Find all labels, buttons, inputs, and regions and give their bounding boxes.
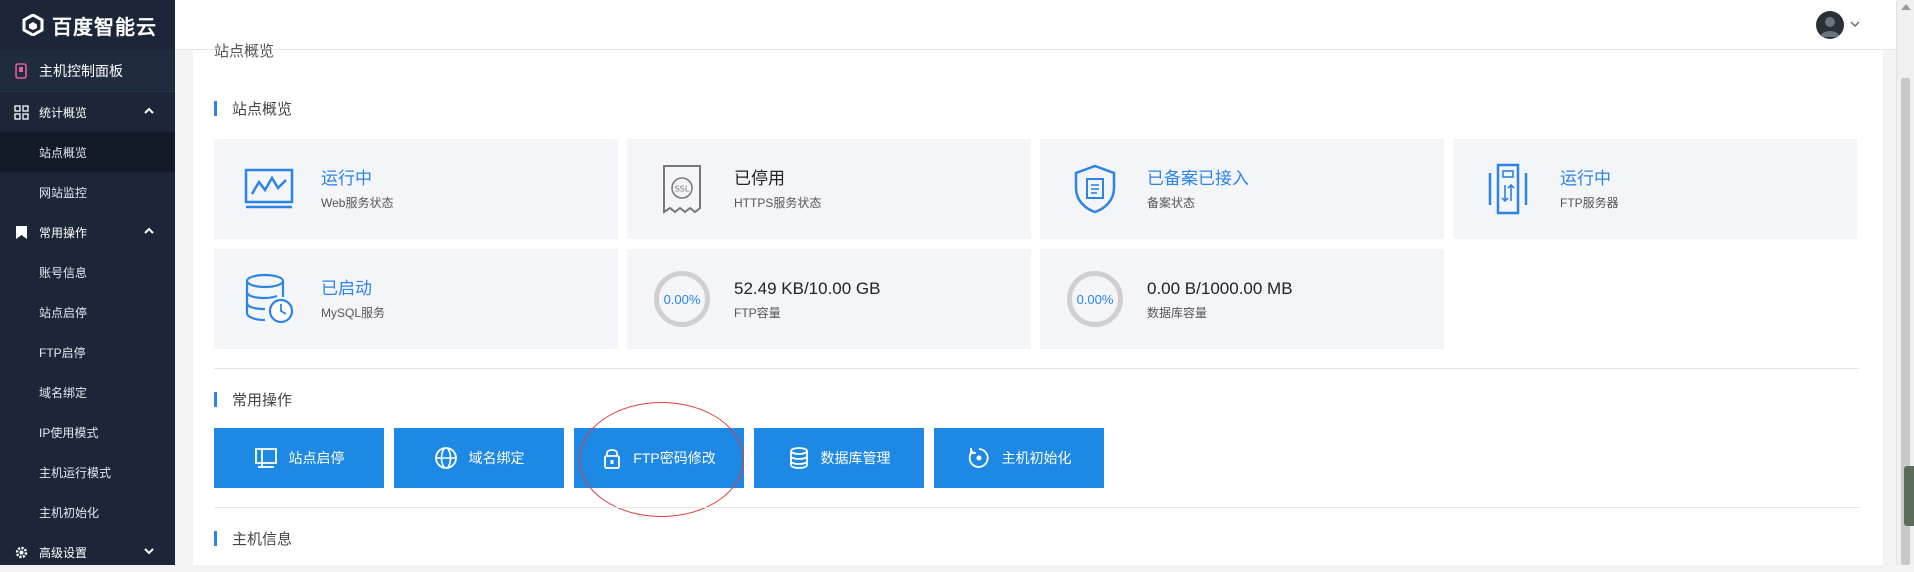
status-card-mysql: 已启动 MySQL服务 (214, 249, 618, 349)
brand-hexagon-icon (22, 14, 44, 36)
database-usage-ring: 0.00% (1067, 271, 1123, 327)
sidebar: 百度智能云 主机控制面板 统计概览 站点概览 网站监控 常用操作 账号信息 站点… (0, 0, 175, 565)
status-label: Web服务状态 (321, 195, 394, 210)
usage-label: 数据库容量 (1147, 305, 1208, 320)
status-label: HTTPS服务状态 (734, 195, 822, 210)
status-card-icp: 已备案已接入 备案状态 (1040, 139, 1444, 239)
status-value: 已启动 (321, 278, 372, 298)
sidebar-item-account-info[interactable]: 账号信息 (0, 252, 175, 292)
sidebar-item-label: 主机控制面板 (39, 62, 123, 79)
sidebar-group-label: 高级设置 (39, 545, 88, 560)
sidebar-item-host-init[interactable]: 主机初始化 (0, 492, 175, 532)
sidebar-item-site-overview[interactable]: 站点概览 (0, 132, 175, 172)
sidebar-item-domain-binding[interactable]: 域名绑定 (0, 372, 175, 412)
chevron-down-icon[interactable] (1850, 20, 1860, 28)
host-init-button[interactable]: 主机初始化 (934, 428, 1104, 488)
chevron-down-icon (144, 548, 154, 555)
web-monitor-icon (241, 161, 297, 217)
sidebar-item-ip-mode[interactable]: IP使用模式 (0, 412, 175, 452)
reset-icon (968, 448, 989, 468)
scroll-up-arrow-icon[interactable] (1901, 4, 1911, 10)
chevron-up-icon (144, 227, 154, 234)
usage-value: 0.00 B/1000.00 MB (1147, 278, 1293, 298)
section-title-overview: 站点概览 (214, 98, 292, 119)
floating-side-tab[interactable] (1904, 466, 1914, 526)
status-label: 备案状态 (1147, 195, 1196, 210)
sidebar-item-site-toggle[interactable]: 站点启停 (0, 292, 175, 332)
status-card-ftp: 运行中 FTP服务器 (1453, 139, 1857, 239)
sidebar-group-stats[interactable]: 统计概览 (0, 92, 175, 132)
lock-icon (604, 449, 621, 469)
status-value: 已备案已接入 (1147, 168, 1249, 188)
sidebar-group-label: 统计概览 (39, 105, 88, 120)
sidebar-group-advanced[interactable]: 高级设置 (0, 532, 175, 572)
bookmark-icon (12, 223, 30, 241)
breadcrumb: 站点概览 (214, 43, 275, 60)
usage-percent: 0.00% (1067, 271, 1123, 327)
sidebar-group-common-ops[interactable]: 常用操作 (0, 212, 175, 252)
monitor-icon (254, 448, 277, 468)
status-value: 运行中 (1560, 168, 1611, 188)
status-value: 运行中 (321, 168, 372, 188)
top-bar (175, 0, 1896, 50)
sidebar-item-host-panel[interactable]: 主机控制面板 (0, 50, 175, 92)
database-icon (789, 447, 808, 469)
domain-binding-button[interactable]: 域名绑定 (394, 428, 564, 488)
section-title-common-ops: 常用操作 (214, 389, 292, 410)
section-accent-bar (214, 392, 217, 407)
status-value: 已停用 (734, 168, 785, 188)
sidebar-item-host-run-mode[interactable]: 主机运行模式 (0, 452, 175, 492)
database-manage-button[interactable]: 数据库管理 (754, 428, 924, 488)
shield-document-icon (1067, 161, 1123, 217)
usage-label: FTP容量 (734, 305, 781, 320)
usage-percent: 0.00% (654, 271, 710, 327)
globe-icon (434, 447, 457, 469)
svg-text:SSL: SSL (675, 185, 690, 194)
sidebar-item-site-monitor[interactable]: 网站监控 (0, 172, 175, 212)
section-accent-bar (214, 531, 217, 546)
ftp-usage-ring: 0.00% (654, 271, 710, 327)
section-title-host-info: 主机信息 (214, 528, 292, 549)
main-content: 站点概览 站点概览 运行中 Web服务状态 SSL 已停用 HTTPS服务状态 … (193, 43, 1883, 565)
ftp-password-button[interactable]: FTP密码修改 (574, 428, 744, 488)
sidebar-item-ftp-toggle[interactable]: FTP启停 (0, 332, 175, 372)
avatar[interactable] (1816, 11, 1844, 39)
brand-name: 百度智能云 (52, 16, 157, 39)
status-card-web: 运行中 Web服务状态 (214, 139, 618, 239)
grid-icon (12, 103, 30, 121)
usage-value: 52.49 KB/10.00 GB (734, 278, 881, 298)
sidebar-group-label: 常用操作 (39, 225, 88, 240)
phone-panel-icon (12, 62, 30, 80)
chevron-up-icon (144, 107, 154, 114)
gear-icon (12, 543, 30, 561)
section-accent-bar (214, 101, 217, 116)
usage-card-ftp: 0.00% 52.49 KB/10.00 GB FTP容量 (627, 249, 1031, 349)
site-toggle-button[interactable]: 站点启停 (214, 428, 384, 488)
ssl-certificate-icon: SSL (654, 161, 710, 217)
usage-card-database: 0.00% 0.00 B/1000.00 MB 数据库容量 (1040, 249, 1444, 349)
status-card-https: SSL 已停用 HTTPS服务状态 (627, 139, 1031, 239)
section-divider (214, 507, 1859, 508)
brand-logo[interactable]: 百度智能云 (0, 0, 175, 50)
status-label: FTP服务器 (1560, 195, 1619, 210)
section-divider (214, 368, 1859, 369)
status-label: MySQL服务 (321, 305, 386, 320)
database-clock-icon (241, 271, 297, 327)
ftp-server-icon (1480, 161, 1536, 217)
